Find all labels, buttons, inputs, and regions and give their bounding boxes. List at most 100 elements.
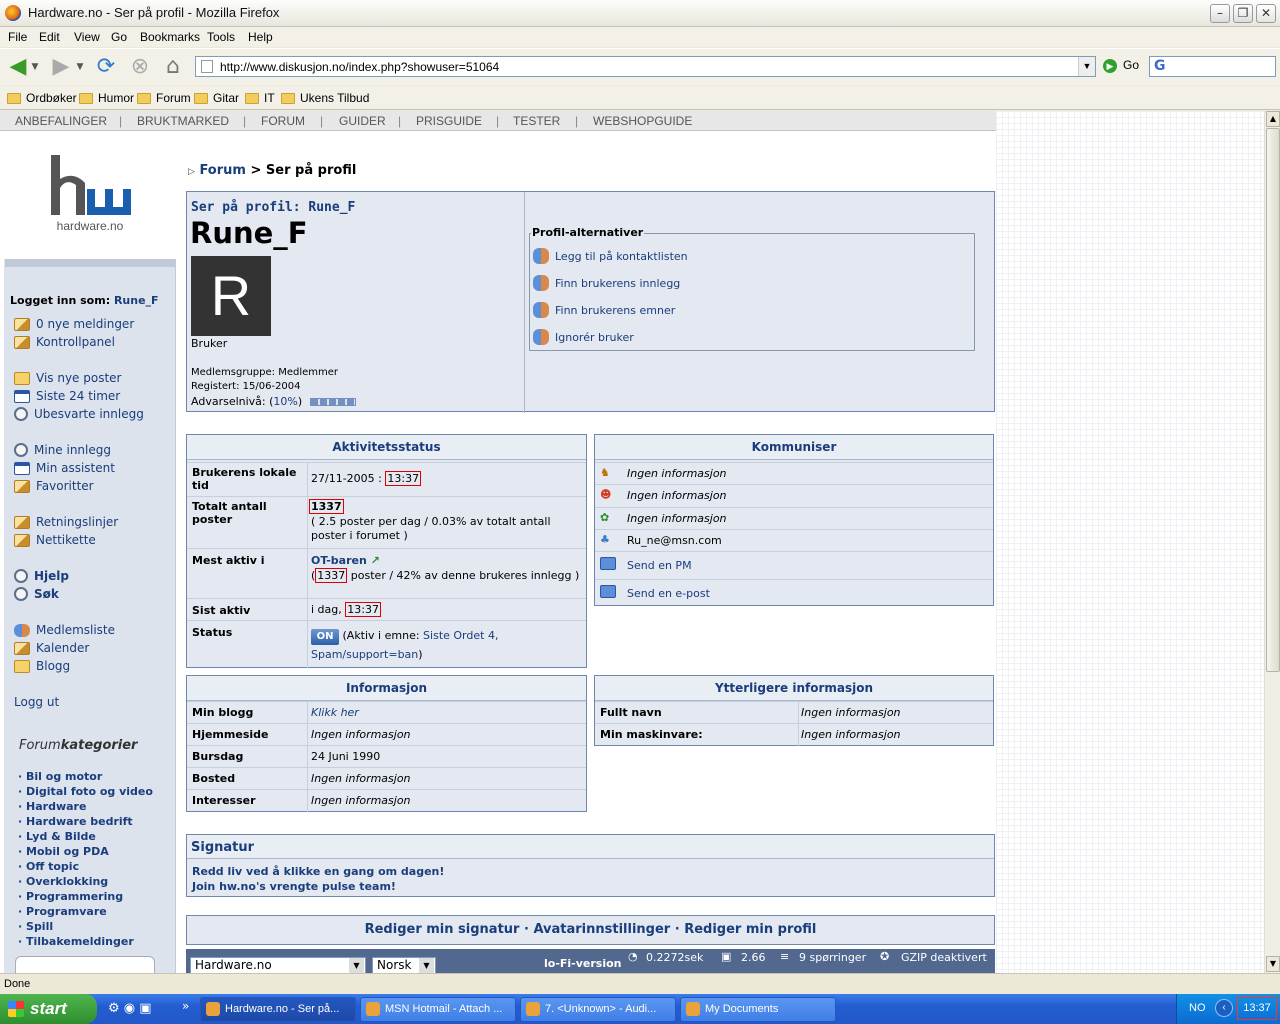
menu-edit[interactable]: Edit (39, 30, 60, 44)
find-posts-link[interactable]: Finn brukerens innlegg (533, 275, 680, 291)
sitenav-bruktmarked[interactable]: BRUKTMARKED (137, 114, 229, 128)
sidebar-item-last-24h[interactable]: Siste 24 timer (14, 389, 120, 403)
taskbar-item-audio[interactable]: 7. <Unknown> - Audi... (520, 997, 676, 1022)
send-pm-link[interactable]: Send en PM (627, 559, 692, 572)
search-box[interactable]: G (1149, 56, 1276, 77)
bookmark-gitar[interactable]: Gitar (194, 91, 239, 105)
signature-line[interactable]: Join hw.no's vrengte pulse team! (192, 880, 396, 893)
sidebar-item-unanswered[interactable]: Ubesvarte innlegg (14, 407, 144, 421)
menu-help[interactable]: Help (248, 30, 273, 44)
quicklaunch-icons[interactable]: ⚙ ◉ ▣ (108, 1001, 152, 1016)
bookmark-it[interactable]: IT (245, 91, 275, 105)
category-link[interactable]: Off topic (18, 860, 79, 873)
add-contact-link[interactable]: Legg til på kontaktlisten (533, 248, 688, 264)
ot-baren-link[interactable]: OT-baren (311, 554, 367, 567)
category-link[interactable]: Hardware bedrift (18, 815, 133, 828)
stop-icon[interactable]: ⊗ (127, 54, 153, 80)
menu-bookmarks[interactable]: Bookmarks (140, 30, 200, 44)
category-link[interactable]: Programmering (18, 890, 123, 903)
sidebar-item-control-panel[interactable]: Kontrollpanel (14, 335, 115, 349)
sidebar-item-blog[interactable]: Blogg (14, 659, 70, 673)
category-link[interactable]: Digital foto og video (18, 785, 153, 798)
breadcrumb: ▷ Forum > Ser på profil (188, 163, 357, 178)
sidebar-item-new-posts[interactable]: Vis nye poster (14, 371, 121, 385)
quicklaunch-more-icon[interactable]: » (182, 999, 189, 1013)
language-select[interactable]: Norsk ▼ (372, 957, 436, 973)
find-topics-link[interactable]: Finn brukerens emner (533, 302, 675, 318)
sidebar-item-new-messages[interactable]: 0 nye meldinger (14, 317, 134, 331)
sitenav-prisguide[interactable]: PRISGUIDE (416, 114, 482, 128)
bookmark-forum[interactable]: Forum (137, 91, 191, 105)
breadcrumb-forum-link[interactable]: Forum (199, 163, 246, 178)
site-select[interactable]: Hardware.no ▼ (190, 957, 366, 973)
menu-tools[interactable]: Tools (207, 30, 235, 44)
sitenav-webshopguide[interactable]: WEBSHOPGUIDE (593, 114, 692, 128)
bookmark-ordboker[interactable]: Ordbøker (7, 91, 77, 105)
menu-file[interactable]: File (8, 30, 27, 44)
sidebar-item-calendar[interactable]: Kalender (14, 641, 89, 655)
url-dropdown-icon[interactable]: ▼ (1078, 57, 1095, 76)
logged-in-user-link[interactable]: Rune_F (114, 294, 159, 307)
reload-icon[interactable]: ⟳ (93, 54, 119, 80)
scroll-up-icon[interactable]: ▲ (1266, 111, 1280, 127)
category-link[interactable]: Mobil og PDA (18, 845, 109, 858)
go-button[interactable]: ▶ Go (1103, 58, 1139, 73)
site-logo[interactable]: hardware.no (4, 133, 176, 259)
menu-view[interactable]: View (74, 30, 100, 44)
menu-go[interactable]: Go (111, 30, 127, 44)
pencil-icon (14, 335, 30, 349)
signature-line[interactable]: Redd liv ved å klikke en gang om dagen! (192, 865, 444, 878)
scroll-thumb[interactable] (1266, 128, 1280, 672)
back-dropdown-icon[interactable]: ▼ (28, 54, 42, 80)
profile-edit-links[interactable]: Rediger min signatur · Avatarinnstilling… (186, 915, 995, 945)
blog-link[interactable]: Klikk her (311, 706, 359, 719)
sitenav-tester[interactable]: TESTER (513, 114, 560, 128)
vertical-scrollbar[interactable]: ▲ ▼ (1264, 111, 1280, 973)
home-icon[interactable]: ⌂ (160, 54, 186, 80)
forward-dropdown-icon[interactable]: ▼ (73, 54, 87, 80)
sidebar-item-memberlist[interactable]: Medlemsliste (14, 623, 115, 637)
comm-row-pm[interactable]: Send en PM (595, 551, 993, 579)
sidebar-item-guidelines[interactable]: Retningslinjer (14, 515, 118, 529)
sitenav-forum[interactable]: FORUM (261, 114, 305, 128)
forward-arrow-icon[interactable]: ▶ (48, 54, 74, 80)
category-link[interactable]: Overklokking (18, 875, 108, 888)
sidebar-item-my-posts[interactable]: Mine innlegg (14, 443, 111, 457)
category-link[interactable]: Bil og motor (18, 770, 102, 783)
profile-group: Medlemsgruppe: Medlemmer (191, 367, 339, 378)
language-indicator[interactable]: NO (1189, 1002, 1206, 1014)
category-link[interactable]: Lyd & Bilde (18, 830, 96, 843)
sitenav-guider[interactable]: GUIDER (339, 114, 386, 128)
sidebar-item-search[interactable]: Søk (14, 587, 59, 601)
sidebar-item-assistant[interactable]: Min assistent (14, 461, 115, 475)
sidebar-item-help[interactable]: Hjelp (14, 569, 69, 583)
folder-icon (245, 92, 259, 104)
category-link[interactable]: Programvare (18, 905, 107, 918)
sitenav-anbefalinger[interactable]: ANBEFALINGER (15, 114, 107, 128)
send-email-link[interactable]: Send en e-post (627, 587, 710, 600)
minimize-button[interactable]: – (1210, 4, 1230, 23)
bookmark-humor[interactable]: Humor (79, 91, 134, 105)
taskbar-item-my-documents[interactable]: My Documents (680, 997, 836, 1022)
ignore-user-link[interactable]: Ignorér bruker (533, 329, 634, 345)
lofi-link[interactable]: lo-Fi-version (544, 957, 622, 970)
sidebar-item-netiquette[interactable]: Nettikette (14, 533, 96, 547)
close-button[interactable]: ✕ (1256, 4, 1276, 23)
tray-expand-icon[interactable]: ‹ (1215, 999, 1233, 1017)
category-link[interactable]: Hardware (18, 800, 86, 813)
category-link[interactable]: Tilbakemeldinger (18, 935, 134, 948)
magnifier-icon (14, 443, 28, 457)
page-viewport: ANBEFALINGER | BRUKTMARKED | FORUM | GUI… (0, 111, 1264, 973)
sidebar-item-logout[interactable]: Logg ut (14, 695, 59, 709)
taskbar-item-firefox[interactable]: Hardware.no - Ser på... (200, 997, 356, 1022)
extra-row: Fullt navn Ingen informasjon (595, 701, 993, 723)
scroll-down-icon[interactable]: ▼ (1266, 956, 1280, 972)
bookmark-ukens-tilbud[interactable]: Ukens Tilbud (281, 91, 369, 105)
restore-button[interactable]: ❐ (1233, 4, 1253, 23)
taskbar-item-hotmail[interactable]: MSN Hotmail - Attach ... (360, 997, 516, 1022)
category-link[interactable]: Spill (18, 920, 53, 933)
address-bar[interactable]: http://www.diskusjon.no/index.php?showus… (195, 56, 1096, 77)
comm-row-email[interactable]: Send en e-post (595, 579, 993, 606)
sidebar-item-favorites[interactable]: Favoritter (14, 479, 94, 493)
start-button[interactable]: start (0, 994, 97, 1024)
